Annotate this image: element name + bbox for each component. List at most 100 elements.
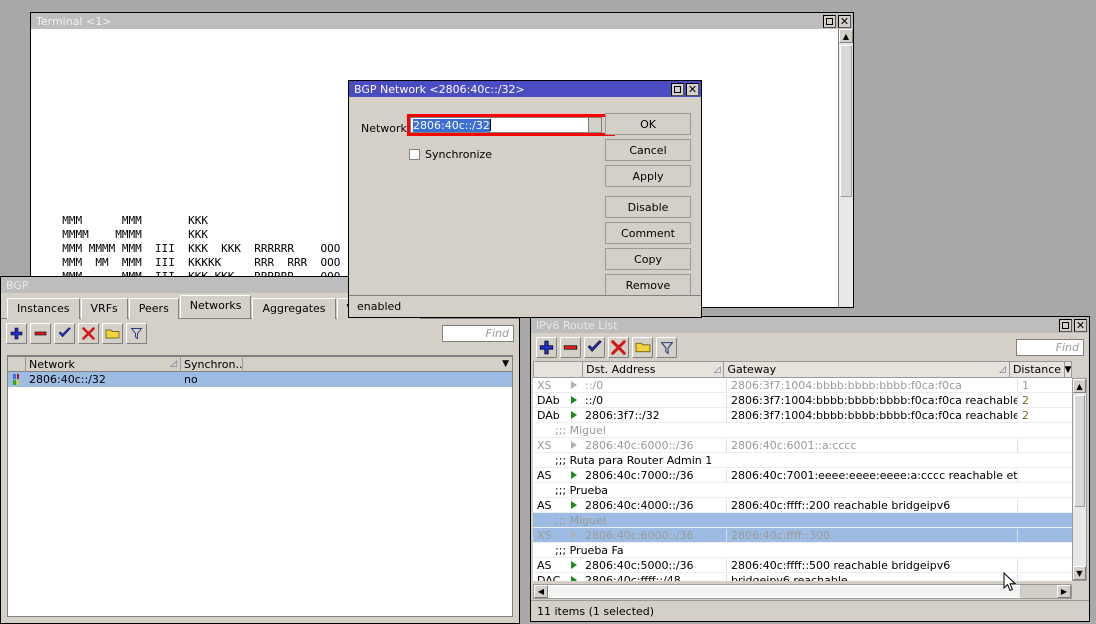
table-row[interactable]: AS2806:40c:7000::/362806:40c:7001:eeee:e… bbox=[533, 468, 1072, 483]
comment-icon[interactable] bbox=[102, 323, 123, 344]
routes-find-input[interactable]: Find bbox=[1016, 339, 1084, 356]
route-flags: XS bbox=[533, 439, 565, 452]
table-row[interactable]: XS2806:40c:6000::/362806:40c:6001::a:ccc… bbox=[533, 438, 1072, 453]
table-row[interactable]: AS2806:40c:4000::/362806:40c:ffff::200 r… bbox=[533, 498, 1072, 513]
route-dst-address: 2806:40c:5000::/36 bbox=[583, 559, 727, 572]
route-dst-address: 2806:40c:7000::/36 bbox=[583, 469, 727, 482]
scrollbar-thumb[interactable] bbox=[1074, 395, 1085, 507]
close-icon[interactable]: ✕ bbox=[686, 83, 699, 96]
table-row[interactable]: XS::/02806:3f7:1004:bbbb:bbbb:bbbb:f0ca:… bbox=[533, 378, 1072, 393]
scroll-left-icon[interactable]: ◀ bbox=[534, 585, 548, 598]
sort-ascending-icon: ◿ bbox=[166, 359, 177, 369]
bgp-table-header[interactable]: Network◿ Synchron... ▼ bbox=[8, 356, 512, 372]
filter-icon[interactable] bbox=[656, 337, 677, 358]
scrollbar-thumb[interactable] bbox=[840, 45, 852, 197]
routes-col-flags bbox=[534, 362, 583, 378]
remove-icon[interactable] bbox=[560, 337, 581, 358]
close-icon[interactable]: ✕ bbox=[838, 15, 851, 28]
bgp-col-network[interactable]: Network◿ bbox=[26, 356, 181, 372]
maximize-icon[interactable] bbox=[671, 83, 684, 96]
scroll-up-icon[interactable]: ▲ bbox=[839, 29, 853, 43]
route-gateway: 2806:40c:6001::a:cccc bbox=[727, 439, 1018, 452]
routes-col-distance[interactable]: Distance bbox=[1010, 362, 1065, 378]
bgp-toolbar[interactable]: Find bbox=[1, 319, 519, 348]
terminal-vertical-scrollbar[interactable]: ▲ bbox=[838, 29, 853, 307]
disable-icon[interactable] bbox=[608, 337, 629, 358]
routes-table-body[interactable]: XS::/02806:3f7:1004:bbbb:bbbb:bbbb:f0ca:… bbox=[533, 378, 1072, 581]
remove-icon[interactable] bbox=[30, 323, 51, 344]
scroll-up-icon[interactable]: ▲ bbox=[1073, 379, 1086, 393]
comment-button[interactable]: Comment bbox=[605, 222, 691, 244]
network-input[interactable]: 2806:40c::/32 bbox=[410, 117, 588, 133]
tab-instances[interactable]: Instances bbox=[7, 298, 80, 319]
routes-toolbar[interactable]: Find bbox=[531, 333, 1089, 362]
comment-icon[interactable] bbox=[632, 337, 653, 358]
tab-peers[interactable]: Peers bbox=[129, 298, 179, 319]
enable-icon[interactable] bbox=[54, 323, 75, 344]
apply-button[interactable]: Apply bbox=[605, 165, 691, 187]
tab-aggregates[interactable]: Aggregates bbox=[252, 298, 335, 319]
scroll-down-icon[interactable]: ▼ bbox=[1073, 566, 1086, 580]
dialog-status-text: enabled bbox=[357, 300, 401, 313]
route-flags: DAb bbox=[533, 394, 565, 407]
route-active-arrow-icon bbox=[565, 411, 583, 419]
routes-col-menu[interactable]: ▼ bbox=[1065, 362, 1071, 378]
add-icon[interactable] bbox=[536, 337, 557, 358]
chevron-down-icon[interactable]: ▼ bbox=[1065, 365, 1071, 375]
route-comment-row[interactable]: ;;; Prueba Fa bbox=[533, 543, 1072, 558]
table-row[interactable]: 2806:40c::/32 no bbox=[8, 372, 512, 387]
bgp-network-dialog[interactable]: BGP Network <2806:40c::/32> ✕ Network: 2… bbox=[348, 80, 702, 318]
route-comment-text: ;;; Miguel bbox=[533, 424, 606, 437]
network-field-dropdown[interactable] bbox=[588, 117, 602, 133]
disable-button[interactable]: Disable bbox=[605, 196, 691, 218]
table-row[interactable]: DAC2806:40c:ffff::/48bridgeipv6 reachabl… bbox=[533, 573, 1072, 581]
add-icon[interactable] bbox=[6, 323, 27, 344]
scroll-right-icon[interactable]: ▶ bbox=[1057, 585, 1071, 598]
bgp-networks-table[interactable]: Network◿ Synchron... ▼ 2806:40c::/32 no bbox=[7, 355, 513, 617]
route-gateway: 2806:3f7:1004:bbbb:bbbb:bbbb:f0ca:f0ca r… bbox=[727, 394, 1018, 407]
table-row[interactable]: XS2806:40c:6000::/362806:40c:ffff::300 bbox=[533, 528, 1072, 543]
cancel-button[interactable]: Cancel bbox=[605, 139, 691, 161]
enable-icon[interactable] bbox=[584, 337, 605, 358]
route-comment-row[interactable]: ;;; Prueba bbox=[533, 483, 1072, 498]
route-gateway: 2806:3f7:1004:bbbb:bbbb:bbbb:f0ca:f0ca bbox=[727, 379, 1018, 392]
table-row[interactable]: AS2806:40c:5000::/362806:40c:ffff::500 r… bbox=[533, 558, 1072, 573]
routes-col-gateway[interactable]: Gateway◿ bbox=[724, 362, 1009, 378]
routes-vertical-scrollbar[interactable]: ▲ ▼ bbox=[1072, 378, 1087, 581]
route-active-arrow-icon bbox=[565, 441, 583, 449]
remove-button[interactable]: Remove bbox=[605, 274, 691, 296]
route-comment-row[interactable]: ;;; Miguel bbox=[533, 513, 1072, 528]
bgp-window[interactable]: BGP Instances VRFs Peers Networks Aggreg… bbox=[0, 276, 520, 624]
routes-col-dst-address[interactable]: Dst. Address◿ bbox=[583, 362, 724, 378]
ok-button[interactable]: OK bbox=[605, 113, 691, 135]
terminal-titlebar[interactable]: Terminal <1> ✕ bbox=[31, 13, 853, 29]
table-row[interactable]: DAb::/02806:3f7:1004:bbbb:bbbb:bbbb:f0ca… bbox=[533, 393, 1072, 408]
route-active-arrow-icon bbox=[565, 381, 583, 389]
dialog-titlebar[interactable]: BGP Network <2806:40c::/32> ✕ bbox=[349, 81, 701, 97]
scrollbar-thumb[interactable] bbox=[548, 585, 1021, 598]
routes-title: IPv6 Route List bbox=[536, 319, 1059, 332]
disable-icon[interactable] bbox=[78, 323, 99, 344]
tab-networks[interactable]: Networks bbox=[180, 295, 252, 318]
tab-vrfs[interactable]: VRFs bbox=[81, 298, 128, 319]
synchronize-checkbox-row[interactable]: Synchronize bbox=[409, 148, 492, 161]
chevron-down-icon[interactable]: ▼ bbox=[502, 359, 509, 369]
bgp-col-menu[interactable]: ▼ bbox=[243, 356, 512, 372]
routes-titlebar[interactable]: IPv6 Route List ✕ bbox=[531, 317, 1089, 333]
routes-item-count: 11 items (1 selected) bbox=[537, 605, 654, 618]
table-row[interactable]: DAb2806:3f7::/322806:3f7:1004:bbbb:bbbb:… bbox=[533, 408, 1072, 423]
copy-button[interactable]: Copy bbox=[605, 248, 691, 270]
close-icon[interactable]: ✕ bbox=[1074, 319, 1087, 332]
routes-table-header[interactable]: Dst. Address◿ Gateway◿ Distance ▼ bbox=[533, 361, 1072, 378]
bgp-find-input[interactable]: Find bbox=[442, 325, 514, 342]
maximize-icon[interactable] bbox=[823, 15, 836, 28]
four-color-square-icon bbox=[13, 374, 19, 385]
bgp-col-synchronize[interactable]: Synchron... bbox=[181, 356, 243, 372]
ipv6-route-list-window[interactable]: IPv6 Route List ✕ Find bbox=[530, 316, 1090, 622]
synchronize-checkbox[interactable] bbox=[409, 149, 420, 160]
route-comment-row[interactable]: ;;; Ruta para Router Admin 1 bbox=[533, 453, 1072, 468]
maximize-icon[interactable] bbox=[1059, 319, 1072, 332]
routes-horizontal-scrollbar[interactable]: ◀ ▶ bbox=[533, 584, 1072, 599]
route-comment-row[interactable]: ;;; Miguel bbox=[533, 423, 1072, 438]
filter-icon[interactable] bbox=[126, 323, 147, 344]
